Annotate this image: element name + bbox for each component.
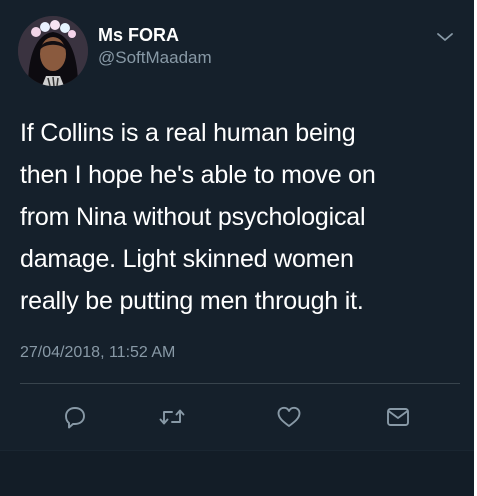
heart-icon (277, 406, 301, 427)
tweet-header: Ms FORA @SoftMaadam (18, 16, 458, 86)
chevron-down-icon[interactable] (436, 30, 454, 42)
divider (20, 383, 460, 384)
message-button[interactable] (381, 400, 415, 434)
tweet-text-line: from Nina without psychological (20, 203, 366, 231)
tweet-card: Ms FORA @SoftMaadam If Collins is a real… (0, 0, 474, 496)
retweet-icon (159, 409, 185, 425)
like-button[interactable] (272, 400, 306, 434)
tweet-text-line: damage. Light skinned women (20, 245, 354, 273)
reply-button[interactable] (58, 400, 92, 434)
tweet-timestamp[interactable]: 27/04/2018, 11:52 AM (20, 343, 175, 363)
user-block: Ms FORA @SoftMaadam (98, 24, 212, 69)
tweet-text-line: really be putting men through it. (20, 287, 364, 315)
bottom-bar (0, 450, 474, 496)
display-name[interactable]: Ms FORA (98, 24, 212, 46)
user-handle[interactable]: @SoftMaadam (98, 47, 212, 69)
tweet-text-line: then I hope he's able to move on (20, 161, 376, 189)
avatar[interactable] (18, 16, 88, 86)
tweet-text: If Collins is a real human being then I … (20, 112, 460, 322)
envelope-icon (387, 408, 409, 426)
retweet-button[interactable] (155, 400, 189, 434)
reply-icon (65, 407, 85, 429)
tweet-text-line: If Collins is a real human being (20, 119, 356, 147)
action-bar (0, 400, 474, 436)
